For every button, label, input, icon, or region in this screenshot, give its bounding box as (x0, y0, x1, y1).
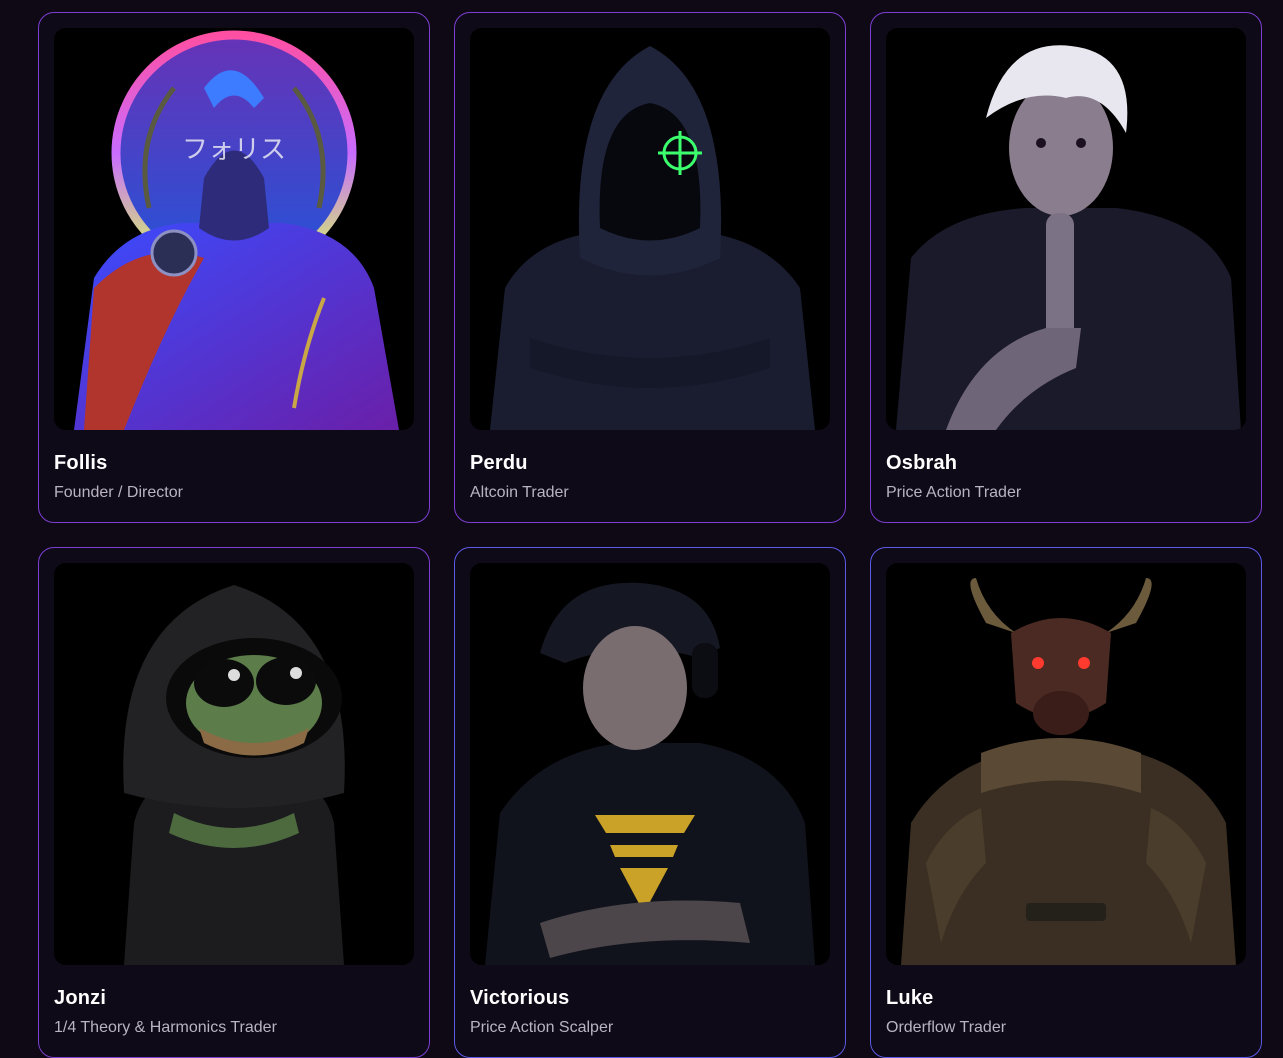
member-role: Founder / Director (54, 484, 183, 501)
member-role: Price Action Trader (886, 484, 1022, 501)
team-card-perdu[interactable]: Perdu Altcoin Trader (454, 12, 846, 523)
member-name: Victorious (470, 987, 570, 1009)
member-role: Price Action Scalper (470, 1019, 614, 1036)
hooded-crosshair-avatar (470, 28, 830, 430)
avatar-overlay-text: フォリス (182, 135, 286, 165)
armored-bull-avatar (886, 563, 1246, 965)
member-name: Osbrah (886, 452, 958, 474)
member-name: Luke (886, 987, 934, 1009)
hooded-frog-avatar (54, 563, 414, 965)
team-grid: フォリス Follis Founder / Director Perdu Alt… (38, 12, 1262, 1058)
laurel-warrior-avatar: フォリス (54, 28, 414, 430)
member-name: Jonzi (54, 987, 107, 1009)
team-card-osbrah[interactable]: Osbrah Price Action Trader (870, 12, 1262, 523)
member-role: Altcoin Trader (470, 484, 569, 501)
member-role: Orderflow Trader (886, 1019, 1007, 1036)
team-card-luke[interactable]: Luke Orderflow Trader (870, 547, 1262, 1058)
member-name: Perdu (470, 452, 528, 474)
headphones-hoodie-avatar (470, 563, 830, 965)
team-card-jonzi[interactable]: Jonzi 1/4 Theory & Harmonics Trader (38, 547, 430, 1058)
member-name: Follis (54, 452, 108, 474)
team-card-follis[interactable]: フォリス Follis Founder / Director (38, 12, 430, 523)
white-hair-shush-avatar (886, 28, 1246, 430)
team-card-victorious[interactable]: Victorious Price Action Scalper (454, 547, 846, 1058)
member-role: 1/4 Theory & Harmonics Trader (54, 1019, 277, 1036)
